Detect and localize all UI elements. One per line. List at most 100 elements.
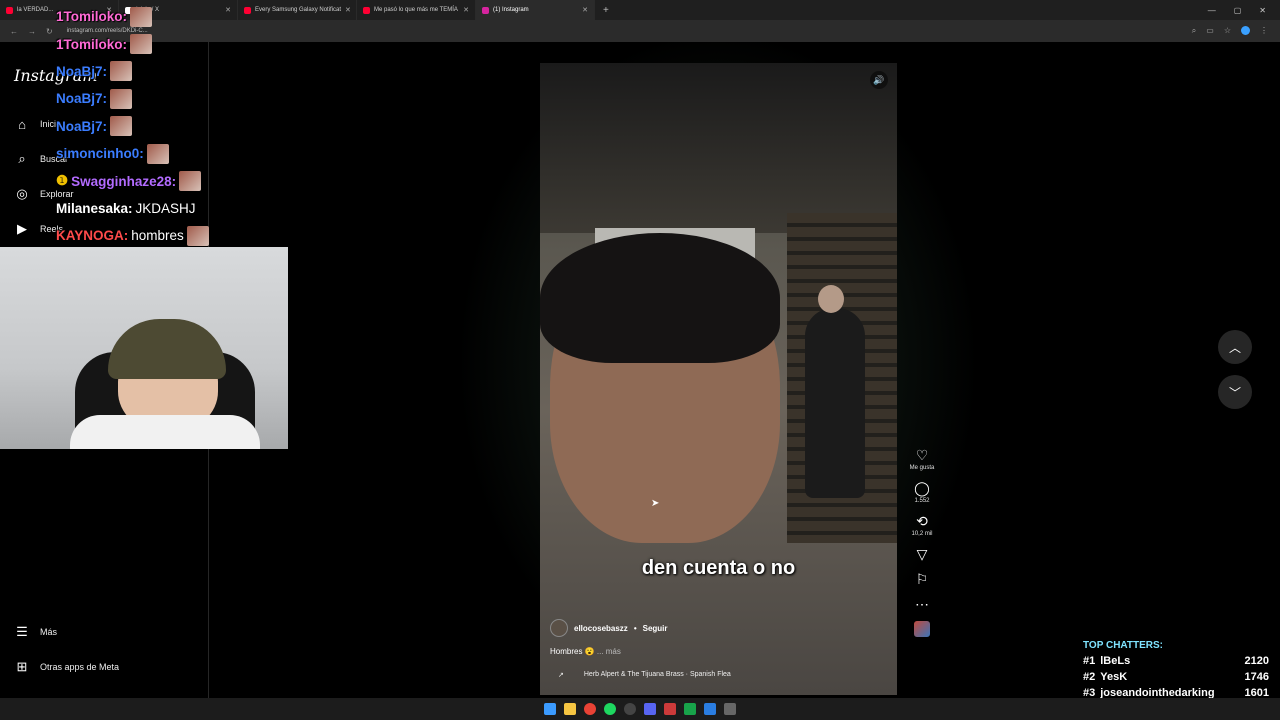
audio-track: Herb Alpert & The Tijuana Brass · Spanis…: [583, 671, 731, 678]
extension-icon[interactable]: [1241, 26, 1250, 35]
follow-button[interactable]: Seguir: [643, 624, 668, 633]
send-icon: ▽: [916, 546, 928, 562]
save-button[interactable]: ⚐: [916, 571, 929, 587]
comment-button[interactable]: ◯ 1.552: [914, 480, 930, 504]
comment-count: 1.552: [914, 498, 930, 504]
stream-chat-overlay: 1Tomiloko: 1Tomiloko: NoaBj7: NoaBj7: No…: [56, 3, 286, 250]
chevron-up-icon: ︿: [1228, 340, 1241, 355]
file-explorer-icon[interactable]: [564, 703, 576, 715]
webcam-overlay: [0, 247, 288, 449]
menu-icon[interactable]: ⋮: [1260, 26, 1268, 36]
share-button[interactable]: ▽: [917, 546, 928, 562]
sidebar-item-label: Otras apps de Meta: [40, 662, 120, 672]
reels-icon: ▶: [17, 221, 27, 236]
repost-button[interactable]: ⟲ 10,2 mil: [911, 513, 932, 537]
close-icon[interactable]: ✕: [582, 6, 588, 14]
obs-icon[interactable]: [624, 703, 636, 715]
minimize-icon[interactable]: —: [1208, 6, 1216, 15]
caption-more-link[interactable]: ... más: [597, 647, 621, 656]
chevron-down-icon: ﹀: [1228, 385, 1241, 400]
sidebar-item-meta-apps[interactable]: ⊞ Otras apps de Meta: [14, 659, 120, 675]
new-tab-button[interactable]: +: [595, 5, 617, 16]
app-icon[interactable]: [664, 703, 676, 715]
audio-arrow-icon: ↗: [558, 672, 564, 679]
webcam-scene: [70, 415, 260, 449]
separator-dot: •: [633, 623, 637, 633]
author-name[interactable]: ellocosebaszz: [574, 624, 628, 633]
close-window-icon[interactable]: ✕: [1259, 6, 1266, 15]
comment-icon: ◯: [914, 480, 930, 496]
chat-message: NoaBj7:: [56, 85, 286, 112]
bookmark-star-icon[interactable]: ☆: [1224, 26, 1231, 36]
emote-icon: [130, 6, 153, 27]
sidebar-item-home[interactable]: ⌂ Inicio: [14, 116, 61, 132]
caption-text: Hombres 😮: [550, 647, 595, 656]
discord-icon[interactable]: [644, 703, 656, 715]
forward-icon[interactable]: →: [28, 27, 36, 36]
windows-start-icon[interactable]: [544, 703, 556, 715]
zoom-icon[interactable]: ⌕: [1192, 26, 1196, 36]
repost-icon: ⟲: [916, 513, 928, 529]
app-icon[interactable]: [704, 703, 716, 715]
close-icon[interactable]: ✕: [345, 6, 351, 14]
chat-message: KAYNOGA: hombres: [56, 222, 286, 249]
reel-actions: ♡ Me gusta ◯ 1.552 ⟲ 10,2 mil ▽ ⚐ ⋯: [900, 447, 944, 646]
reel-video[interactable]: 🔊 den cuenta o no ellocosebaszz • Seguir…: [540, 63, 897, 695]
chat-message: NoaBj7:: [56, 58, 286, 85]
chat-user: NoaBj7:: [56, 118, 108, 134]
hamburger-icon: ☰: [16, 624, 28, 639]
window-controls: — ▢ ✕: [1208, 6, 1280, 15]
chat-message: simoncinho0:: [56, 140, 286, 167]
top-chatter-row: #2 YesK 1746: [1077, 669, 1275, 685]
chat-user: NoaBj7:: [56, 63, 108, 79]
volume-icon[interactable]: 🔊: [870, 71, 888, 89]
sidebar-item-label: Más: [40, 627, 58, 637]
rank: #1: [1083, 655, 1096, 667]
chat-user: 1Tomiloko:: [56, 9, 128, 25]
previous-reel-button[interactable]: ︿: [1218, 330, 1252, 364]
browser-tab-active[interactable]: (1) Instagram ✕: [476, 0, 595, 20]
youtube-icon: [6, 6, 13, 14]
maximize-icon[interactable]: ▢: [1234, 6, 1242, 15]
heart-icon: ♡: [915, 447, 929, 463]
video-scene: [805, 308, 865, 498]
next-reel-button[interactable]: ﹀: [1218, 375, 1252, 409]
cast-icon[interactable]: ▭: [1206, 26, 1214, 36]
chatter-count: 2120: [1244, 655, 1269, 667]
tab-title: (1) Instagram: [493, 7, 529, 13]
chat-text: JKDASHJ: [135, 200, 196, 216]
instagram-icon: [482, 6, 489, 14]
spotify-icon[interactable]: [604, 703, 616, 715]
avatar[interactable]: [550, 619, 568, 637]
chat-user: Milanesaka:: [56, 200, 133, 216]
audio-thumbnail[interactable]: [914, 621, 930, 637]
chat-user: KAYNOGA:: [56, 228, 129, 244]
rank: #2: [1083, 671, 1096, 683]
reel-audio[interactable]: ↗ Herb Alpert & The Tijuana Brass · Span…: [558, 671, 731, 679]
top-chatters-title: TOP CHATTERS:: [1083, 640, 1164, 651]
emote-icon: [110, 116, 133, 137]
chat-message: NoaBj7:: [56, 113, 286, 140]
app-icon[interactable]: [684, 703, 696, 715]
browser-tab[interactable]: Me pasó lo que más me TEMÍA ✕: [357, 0, 476, 20]
chat-message: 1Tomiloko:: [56, 30, 286, 57]
video-scene: [818, 285, 844, 313]
chrome-icon[interactable]: [584, 703, 596, 715]
ellipsis-icon: ⋯: [915, 596, 929, 612]
webcam-scene: [108, 319, 226, 379]
chat-user: NoaBj7:: [56, 91, 108, 107]
chat-text: hombres: [131, 228, 184, 244]
windows-taskbar: [0, 698, 1280, 720]
like-button[interactable]: ♡ Me gusta: [910, 447, 935, 471]
more-options-button[interactable]: ⋯: [915, 596, 929, 612]
emote-icon: [179, 171, 202, 192]
home-icon: ⌂: [18, 116, 26, 132]
browser-toolbar: ⌕ ▭ ☆ ⋮: [1192, 26, 1280, 36]
app-icon[interactable]: [724, 703, 736, 715]
reload-icon[interactable]: ↻: [46, 27, 53, 36]
sidebar-item-more[interactable]: ☰ Más: [14, 624, 57, 640]
back-icon[interactable]: ←: [10, 27, 18, 36]
emote-icon: [110, 88, 133, 109]
emote-icon: [130, 34, 153, 55]
close-icon[interactable]: ✕: [463, 6, 469, 14]
